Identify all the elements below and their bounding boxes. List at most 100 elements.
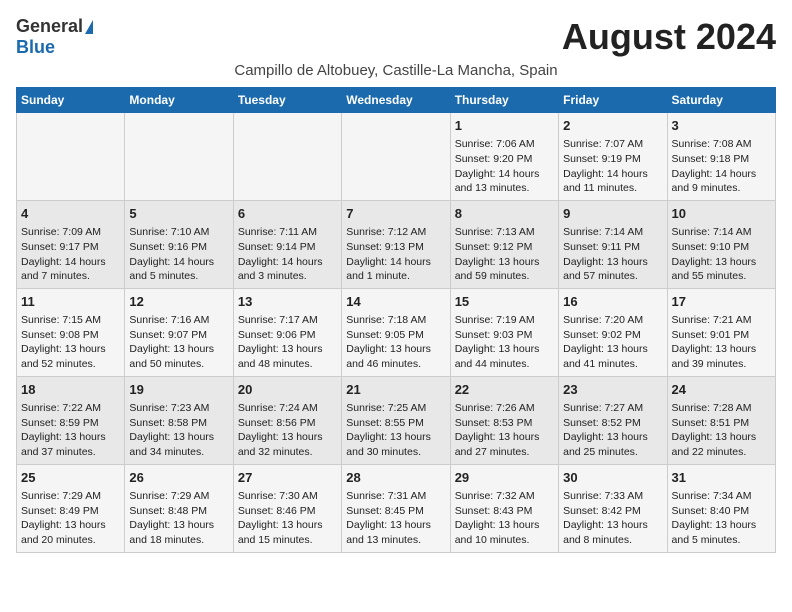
- day-number: 26: [129, 469, 228, 487]
- cell-content: Daylight: 13 hours: [563, 342, 662, 357]
- day-number: 14: [346, 293, 445, 311]
- week-row-1: 1Sunrise: 7:06 AMSunset: 9:20 PMDaylight…: [17, 113, 776, 201]
- cell-content: Sunset: 9:14 PM: [238, 240, 337, 255]
- calendar-cell: 7Sunrise: 7:12 AMSunset: 9:13 PMDaylight…: [342, 200, 450, 288]
- calendar-cell: [125, 113, 233, 201]
- calendar-cell: 22Sunrise: 7:26 AMSunset: 8:53 PMDayligh…: [450, 376, 558, 464]
- cell-content: Daylight: 13 hours: [238, 518, 337, 533]
- day-number: 21: [346, 381, 445, 399]
- cell-content: Sunrise: 7:21 AM: [672, 313, 771, 328]
- cell-content: Sunrise: 7:32 AM: [455, 489, 554, 504]
- cell-content: Sunrise: 7:26 AM: [455, 401, 554, 416]
- cell-content: Sunset: 8:46 PM: [238, 504, 337, 519]
- day-number: 2: [563, 117, 662, 135]
- cell-content: Sunset: 8:48 PM: [129, 504, 228, 519]
- cell-content: and 50 minutes.: [129, 357, 228, 372]
- page-title: August 2024: [562, 16, 776, 58]
- day-number: 31: [672, 469, 771, 487]
- day-number: 5: [129, 205, 228, 223]
- cell-content: Sunset: 9:16 PM: [129, 240, 228, 255]
- cell-content: Sunrise: 7:33 AM: [563, 489, 662, 504]
- cell-content: Sunset: 8:49 PM: [21, 504, 120, 519]
- cell-content: Daylight: 13 hours: [455, 518, 554, 533]
- cell-content: Daylight: 13 hours: [129, 518, 228, 533]
- cell-content: Daylight: 13 hours: [21, 518, 120, 533]
- cell-content: Sunrise: 7:06 AM: [455, 137, 554, 152]
- cell-content: Sunset: 8:51 PM: [672, 416, 771, 431]
- day-number: 29: [455, 469, 554, 487]
- cell-content: Sunrise: 7:23 AM: [129, 401, 228, 416]
- cell-content: Sunset: 8:59 PM: [21, 416, 120, 431]
- cell-content: Sunset: 8:40 PM: [672, 504, 771, 519]
- cell-content: and 9 minutes.: [672, 181, 771, 196]
- cell-content: and 1 minute.: [346, 269, 445, 284]
- cell-content: and 55 minutes.: [672, 269, 771, 284]
- logo-triangle-icon: [85, 20, 93, 34]
- calendar-cell: 6Sunrise: 7:11 AMSunset: 9:14 PMDaylight…: [233, 200, 341, 288]
- cell-content: Sunset: 9:02 PM: [563, 328, 662, 343]
- day-number: 8: [455, 205, 554, 223]
- day-number: 12: [129, 293, 228, 311]
- cell-content: Daylight: 13 hours: [129, 430, 228, 445]
- calendar-cell: 18Sunrise: 7:22 AMSunset: 8:59 PMDayligh…: [17, 376, 125, 464]
- logo-blue: Blue: [16, 37, 55, 58]
- cell-content: Daylight: 13 hours: [129, 342, 228, 357]
- cell-content: and 27 minutes.: [455, 445, 554, 460]
- calendar-cell: 16Sunrise: 7:20 AMSunset: 9:02 PMDayligh…: [559, 288, 667, 376]
- cell-content: Sunrise: 7:16 AM: [129, 313, 228, 328]
- cell-content: Sunrise: 7:13 AM: [455, 225, 554, 240]
- header-cell-sunday: Sunday: [17, 88, 125, 113]
- cell-content: and 5 minutes.: [672, 533, 771, 548]
- header: General Blue August 2024: [16, 16, 776, 58]
- cell-content: Sunrise: 7:07 AM: [563, 137, 662, 152]
- cell-content: Sunset: 9:05 PM: [346, 328, 445, 343]
- cell-content: and 30 minutes.: [346, 445, 445, 460]
- day-number: 22: [455, 381, 554, 399]
- cell-content: Sunrise: 7:11 AM: [238, 225, 337, 240]
- calendar-cell: 29Sunrise: 7:32 AMSunset: 8:43 PMDayligh…: [450, 464, 558, 552]
- day-number: 17: [672, 293, 771, 311]
- cell-content: Sunset: 9:07 PM: [129, 328, 228, 343]
- header-cell-wednesday: Wednesday: [342, 88, 450, 113]
- day-number: 3: [672, 117, 771, 135]
- day-number: 20: [238, 381, 337, 399]
- cell-content: Daylight: 14 hours: [346, 255, 445, 270]
- cell-content: and 37 minutes.: [21, 445, 120, 460]
- calendar-cell: 27Sunrise: 7:30 AMSunset: 8:46 PMDayligh…: [233, 464, 341, 552]
- cell-content: Sunrise: 7:14 AM: [563, 225, 662, 240]
- calendar-cell: 8Sunrise: 7:13 AMSunset: 9:12 PMDaylight…: [450, 200, 558, 288]
- cell-content: and 13 minutes.: [346, 533, 445, 548]
- cell-content: Daylight: 13 hours: [563, 430, 662, 445]
- cell-content: Daylight: 13 hours: [672, 342, 771, 357]
- cell-content: Sunrise: 7:24 AM: [238, 401, 337, 416]
- cell-content: Sunset: 9:08 PM: [21, 328, 120, 343]
- cell-content: Sunrise: 7:19 AM: [455, 313, 554, 328]
- cell-content: Sunrise: 7:31 AM: [346, 489, 445, 504]
- cell-content: and 57 minutes.: [563, 269, 662, 284]
- header-cell-monday: Monday: [125, 88, 233, 113]
- day-number: 30: [563, 469, 662, 487]
- day-number: 1: [455, 117, 554, 135]
- cell-content: Sunset: 9:17 PM: [21, 240, 120, 255]
- cell-content: Sunset: 9:10 PM: [672, 240, 771, 255]
- cell-content: Sunset: 8:52 PM: [563, 416, 662, 431]
- day-number: 27: [238, 469, 337, 487]
- cell-content: and 22 minutes.: [672, 445, 771, 460]
- cell-content: Daylight: 13 hours: [346, 430, 445, 445]
- cell-content: Sunrise: 7:17 AM: [238, 313, 337, 328]
- cell-content: Sunset: 8:58 PM: [129, 416, 228, 431]
- day-number: 23: [563, 381, 662, 399]
- cell-content: Sunrise: 7:29 AM: [129, 489, 228, 504]
- cell-content: Sunset: 8:45 PM: [346, 504, 445, 519]
- calendar-cell: [342, 113, 450, 201]
- cell-content: and 10 minutes.: [455, 533, 554, 548]
- cell-content: Daylight: 14 hours: [672, 167, 771, 182]
- day-number: 13: [238, 293, 337, 311]
- week-row-2: 4Sunrise: 7:09 AMSunset: 9:17 PMDaylight…: [17, 200, 776, 288]
- header-cell-friday: Friday: [559, 88, 667, 113]
- calendar-cell: 15Sunrise: 7:19 AMSunset: 9:03 PMDayligh…: [450, 288, 558, 376]
- cell-content: Sunrise: 7:25 AM: [346, 401, 445, 416]
- day-number: 4: [21, 205, 120, 223]
- week-row-3: 11Sunrise: 7:15 AMSunset: 9:08 PMDayligh…: [17, 288, 776, 376]
- calendar-cell: 4Sunrise: 7:09 AMSunset: 9:17 PMDaylight…: [17, 200, 125, 288]
